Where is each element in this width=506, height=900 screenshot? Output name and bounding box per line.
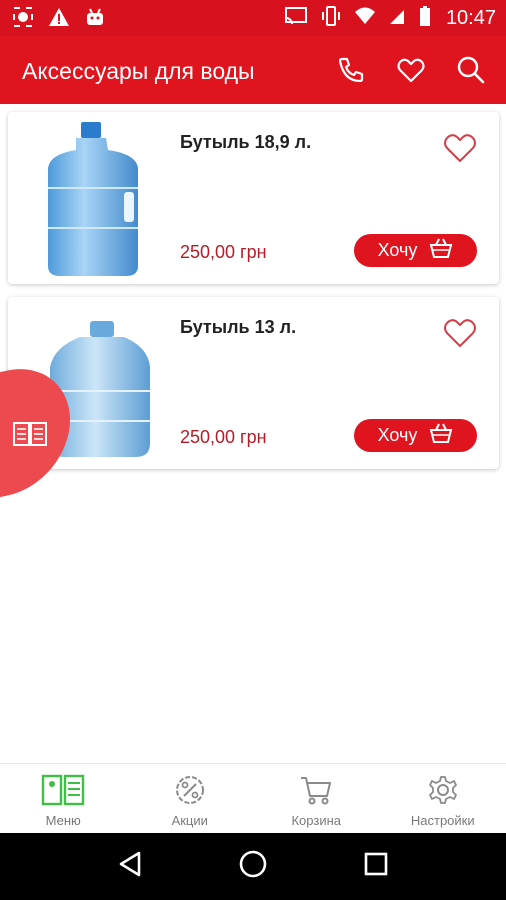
recents-icon[interactable] bbox=[363, 851, 389, 882]
favorites-heart-icon[interactable] bbox=[396, 55, 426, 85]
product-image-bottle-18-9 bbox=[18, 118, 168, 278]
cast-icon bbox=[284, 6, 308, 31]
wifi-icon bbox=[354, 6, 376, 31]
search-icon[interactable] bbox=[456, 55, 486, 85]
system-navigation-bar bbox=[0, 833, 506, 900]
vibrate-icon bbox=[320, 5, 342, 32]
percent-badge-icon bbox=[174, 774, 206, 809]
want-button[interactable]: Хочу bbox=[354, 419, 477, 452]
gear-icon bbox=[427, 774, 459, 809]
basket-icon bbox=[429, 237, 453, 264]
nav-item-settings[interactable]: Настройки bbox=[380, 764, 506, 833]
nav-item-promotions[interactable]: Акции bbox=[127, 764, 254, 833]
status-bar: 10:47 bbox=[0, 0, 506, 36]
nav-label-cart: Корзина bbox=[291, 813, 342, 828]
menu-book-icon bbox=[41, 774, 85, 809]
want-button[interactable]: Хочу bbox=[354, 234, 477, 267]
app-bar: Аксессуары для воды bbox=[0, 36, 506, 104]
nav-label-promotions: Акции bbox=[171, 813, 208, 828]
product-card[interactable]: Бутыль 18,9 л. 250,00 грн Хочу bbox=[8, 112, 499, 284]
product-name: Бутыль 13 л. bbox=[180, 317, 297, 337]
warning-icon bbox=[48, 6, 70, 33]
bottom-navigation: Меню Акции Корзина Настройки bbox=[0, 763, 506, 833]
cart-icon bbox=[299, 774, 333, 809]
catalog-book-icon[interactable] bbox=[12, 420, 48, 453]
status-time: 10:47 bbox=[445, 7, 496, 29]
signal-icon bbox=[388, 6, 406, 31]
nav-label-menu: Меню bbox=[45, 813, 81, 828]
product-price: 250,00 грн bbox=[180, 427, 267, 447]
want-button-label: Хочу bbox=[377, 425, 418, 445]
nav-item-cart[interactable]: Корзина bbox=[253, 764, 380, 833]
want-button-label: Хочу bbox=[377, 240, 418, 260]
product-name: Бутыль 18,9 л. bbox=[180, 132, 312, 152]
heart-icon[interactable] bbox=[443, 132, 477, 169]
home-icon[interactable] bbox=[238, 849, 268, 884]
heart-icon[interactable] bbox=[443, 317, 477, 354]
page-title: Аксессуары для воды bbox=[22, 58, 255, 84]
basket-icon bbox=[429, 422, 453, 449]
back-icon[interactable] bbox=[117, 850, 143, 883]
nav-item-menu[interactable]: Меню bbox=[0, 764, 127, 833]
battery-icon bbox=[418, 5, 432, 32]
product-price: 250,00 грн bbox=[180, 242, 267, 262]
screenshot-icon bbox=[12, 6, 34, 33]
nav-label-settings: Настройки bbox=[410, 813, 475, 828]
product-card[interactable]: Бутыль 13 л. 250,00 грн Хочу bbox=[8, 297, 499, 469]
android-icon bbox=[84, 6, 106, 33]
phone-icon[interactable] bbox=[336, 55, 366, 85]
